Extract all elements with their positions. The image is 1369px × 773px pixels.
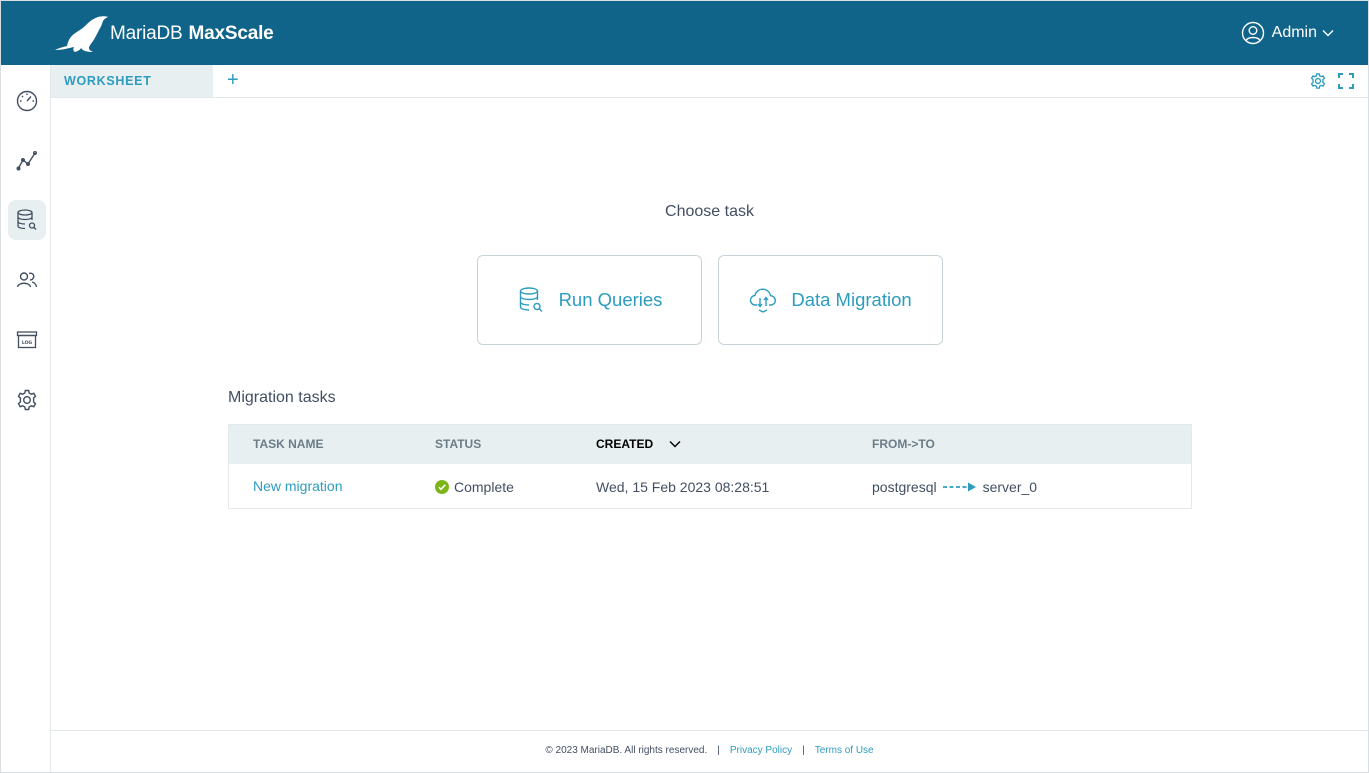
seal-logo-icon (55, 16, 108, 52)
dashboard-icon (16, 90, 38, 112)
tab-worksheet[interactable]: WORKSHEET (51, 65, 213, 97)
target-name: server_0 (982, 479, 1038, 495)
sidebar-item-logs-archive[interactable]: LOG (8, 320, 46, 360)
query-editor-icon (17, 209, 37, 230)
created-cell: Wed, 15 Feb 2023 08:28:51 (596, 479, 770, 495)
terms-of-use-link[interactable]: Terms of Use (815, 745, 874, 756)
migration-tasks-title: Migration tasks (228, 389, 336, 406)
footer-separator: | (717, 745, 720, 756)
copyright-text: © 2023 MariaDB. All rights reserved. (545, 745, 708, 756)
logs-archive-icon: LOG (16, 331, 38, 349)
user-menu[interactable]: Admin (1241, 21, 1334, 45)
status-text: Complete (454, 479, 514, 495)
choose-task-title: Choose task (665, 203, 754, 220)
sidebar: LOG (1, 65, 51, 772)
status-cell: Complete (435, 479, 514, 495)
run-queries-label: Run Queries (558, 289, 663, 310)
source-name: postgresql (872, 479, 937, 495)
from-to-cell: postgresql server_0 (872, 479, 1037, 495)
sidebar-item-settings[interactable] (8, 380, 46, 420)
column-header-status[interactable]: STATUS (435, 437, 481, 451)
sidebar-item-query-editor[interactable] (8, 200, 46, 240)
sort-desc-chevron-icon[interactable] (669, 440, 681, 448)
users-icon (16, 272, 38, 288)
user-name: Admin (1271, 24, 1317, 41)
sidebar-item-users[interactable] (8, 260, 46, 300)
add-worksheet-button[interactable]: + (227, 69, 239, 91)
task-name-link[interactable]: New migration (253, 478, 342, 494)
dashed-arrow-right-icon (942, 482, 976, 492)
user-avatar-icon (1241, 21, 1264, 45)
top-header: MariaDB MaxScale Admin (1, 1, 1368, 65)
brand-mariadb: MariaDB (110, 23, 183, 44)
brand-maxscale: MaxScale (188, 23, 274, 44)
fullscreen-icon[interactable] (1337, 72, 1355, 90)
logo[interactable]: MariaDB MaxScale (53, 15, 274, 53)
database-search-icon (519, 287, 543, 312)
settings-icon (17, 389, 37, 411)
run-queries-card[interactable]: Run Queries (477, 255, 702, 345)
sidebar-item-dashboard[interactable] (8, 81, 46, 121)
footer-row: © 2023 MariaDB. All rights reserved. | Pri… (51, 745, 1368, 756)
svg-text:LOG: LOG (22, 340, 33, 346)
column-header-created[interactable]: CREATED (596, 437, 681, 451)
cloud-transfer-icon (750, 288, 777, 313)
app-window: MariaDB MaxScale Admin LOG WORKSHEET + C… (0, 0, 1369, 773)
brand-name: MariaDB MaxScale (110, 23, 274, 45)
table-header: TASK NAME STATUS CREATED FROM->TO (229, 425, 1191, 464)
chevron-down-icon (1322, 30, 1334, 37)
migration-tasks-table: TASK NAME STATUS CREATED FROM->TO New mi… (228, 424, 1192, 509)
footer-separator: | (802, 745, 805, 756)
check-circle-icon (435, 480, 449, 494)
visualization-icon (16, 151, 38, 171)
column-header-task-name[interactable]: TASK NAME (253, 437, 323, 451)
column-header-created-label: CREATED (596, 437, 654, 451)
data-migration-card[interactable]: Data Migration (718, 255, 943, 345)
worksheet-tab-bar: WORKSHEET + (51, 65, 1368, 98)
footer: © 2023 MariaDB. All rights reserved. | Pri… (51, 730, 1368, 772)
data-migration-label: Data Migration (791, 289, 912, 310)
sidebar-item-visualization[interactable] (8, 141, 46, 181)
privacy-policy-link[interactable]: Privacy Policy (730, 745, 792, 756)
preferences-gear-icon[interactable] (1309, 72, 1327, 90)
column-header-from-to[interactable]: FROM->TO (872, 437, 935, 451)
